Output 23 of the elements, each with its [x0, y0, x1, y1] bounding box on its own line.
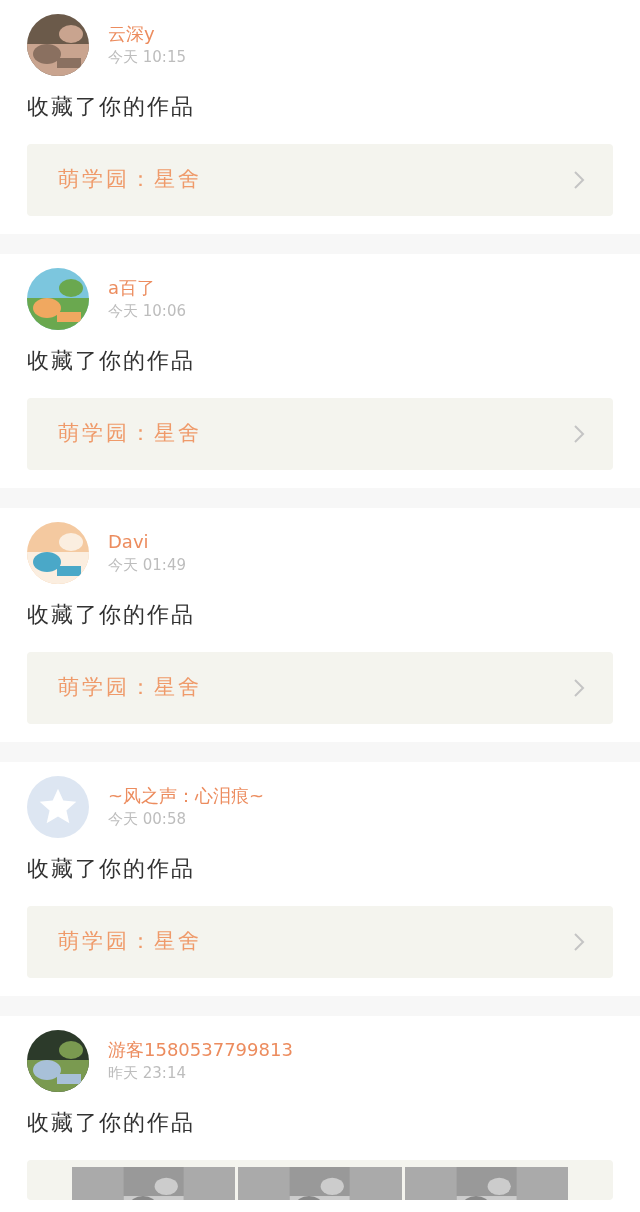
activity-text: 收藏了你的作品	[27, 1109, 196, 1137]
timestamp: 今天 10:06	[108, 301, 186, 322]
chevron-right-icon	[573, 170, 585, 190]
timestamp: 今天 10:15	[108, 47, 186, 68]
chevron-right-icon	[573, 424, 585, 444]
work-link[interactable]: 萌学园：星舍	[27, 652, 613, 724]
timestamp: 今天 01:49	[108, 555, 186, 576]
chevron-right-icon	[573, 932, 585, 952]
activity-text: 收藏了你的作品	[27, 601, 196, 629]
user-name[interactable]: 云深y	[108, 22, 186, 46]
activity-text: 收藏了你的作品	[27, 347, 196, 375]
user-name[interactable]: Davi	[108, 530, 186, 554]
user-name[interactable]: ~风之声：心泪痕~	[108, 784, 265, 808]
work-link[interactable]: 萌学园：星舍	[27, 144, 613, 216]
activity-text: 收藏了你的作品	[27, 93, 196, 121]
user-name[interactable]: a百了	[108, 276, 186, 300]
user-name[interactable]: 游客1580537799813	[108, 1038, 293, 1062]
timestamp: 昨天 23:14	[108, 1063, 187, 1084]
work-link[interactable]: 萌学园：星舍	[27, 398, 613, 470]
timestamp: 今天 00:58	[108, 809, 187, 830]
activity-text: 收藏了你的作品	[27, 855, 196, 883]
chevron-right-icon	[573, 678, 585, 698]
work-link[interactable]: 萌学园：星舍	[27, 906, 613, 978]
